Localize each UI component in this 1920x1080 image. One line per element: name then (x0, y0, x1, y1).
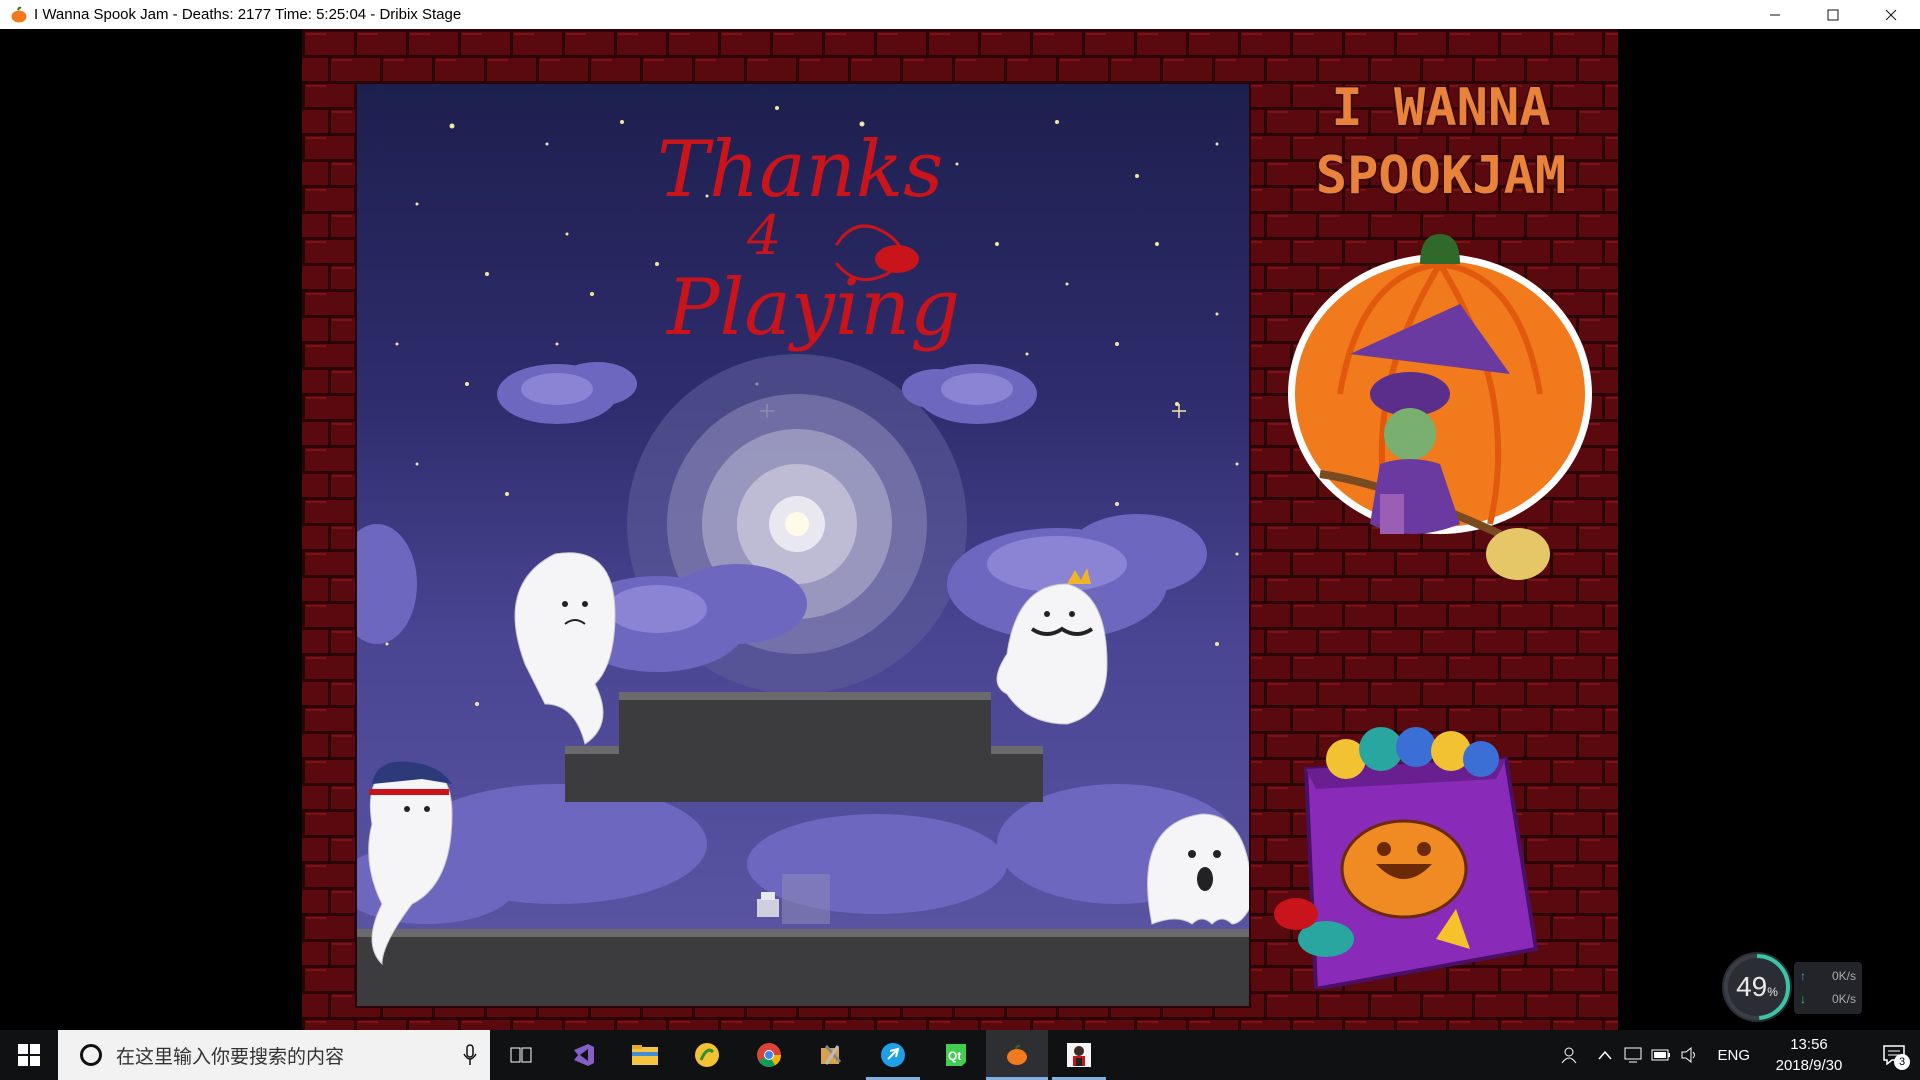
pumpkin-app-icon (1007, 1044, 1027, 1065)
upload-unit: K/s (1838, 969, 1856, 983)
close-button[interactable] (1862, 0, 1920, 29)
tools-icon (821, 1045, 842, 1065)
thanks-line1: Thanks (657, 125, 943, 215)
clock[interactable]: 13:56 2018/9/30 (1764, 1034, 1854, 1076)
taskbar-qt-app[interactable]: Qt (924, 1030, 986, 1080)
platform-floor (357, 929, 1249, 1006)
clock-time: 13:56 (1790, 1036, 1828, 1053)
taskbar-character-app[interactable] (1048, 1030, 1110, 1080)
chevron-up-icon[interactable] (1591, 1050, 1619, 1060)
notification-center-button[interactable]: 3 (1868, 1030, 1920, 1080)
taskbar: 在这里输入你要搜索的内容 Qt ENG 13:56 2018/9/30 3 (0, 1030, 1920, 1080)
minimize-button[interactable] (1746, 0, 1804, 29)
taskbar-spookjam-game[interactable] (986, 1030, 1048, 1080)
system-tray: ENG 13:56 2018/9/30 3 (1555, 1030, 1920, 1080)
spookjam-logo: I WANNA SPOOKJAM (1314, 77, 1567, 208)
upload-arrow-icon: ↑ (1800, 969, 1806, 983)
battery-icon[interactable] (1647, 1049, 1675, 1061)
cpu-gauge: 49% (1722, 952, 1792, 1022)
pumpkin-icon (11, 6, 27, 22)
close-icon (1885, 9, 1897, 20)
platform-center (565, 692, 1043, 802)
download-arrow-icon: ↓ (1800, 992, 1806, 1006)
taskbar-file-explorer[interactable] (614, 1030, 676, 1080)
character-app-icon (1067, 1043, 1091, 1067)
title-bar: I Wanna Spook Jam - Deaths: 2177 Time: 5… (0, 0, 1920, 29)
folder-icon (632, 1045, 658, 1065)
notification-count: 3 (1894, 1054, 1910, 1070)
visual-studio-icon (574, 1044, 594, 1066)
thanks-line3: Playing (665, 263, 960, 353)
people-icon[interactable] (1555, 1046, 1583, 1064)
qt-icon: Qt (946, 1044, 966, 1066)
gauge-ring (1724, 954, 1790, 1020)
yellow-app-icon (695, 1043, 719, 1067)
search-placeholder: 在这里输入你要搜索的内容 (116, 1045, 345, 1068)
download-value: 0 (1831, 992, 1839, 1006)
taskbar-tool-app[interactable] (800, 1030, 862, 1080)
cortana-icon (80, 1044, 102, 1066)
windows-icon (18, 1044, 40, 1066)
blue-app-icon (881, 1043, 905, 1067)
display-icon[interactable] (1619, 1047, 1647, 1063)
save-point (782, 874, 830, 924)
player-kid (757, 892, 779, 917)
search-box[interactable]: 在这里输入你要搜索的内容 (58, 1030, 490, 1080)
maximize-button[interactable] (1804, 0, 1862, 29)
network-monitor[interactable]: 49% ↑ 0K/s ↓ 0K/s (1722, 952, 1872, 1024)
logo-line2: SPOOKJAM (1316, 146, 1566, 206)
input-language[interactable]: ENG (1717, 1047, 1750, 1064)
net-rates: ↑ 0K/s ↓ 0K/s (1794, 962, 1862, 1014)
task-view-button[interactable] (490, 1030, 552, 1080)
candy-bag-art (1274, 727, 1539, 989)
microphone-icon[interactable] (450, 1044, 490, 1066)
logo-line1: I WANNA (1331, 78, 1550, 138)
taskbar-blue-app[interactable] (862, 1030, 924, 1080)
sad-ghost (514, 552, 616, 745)
svg-text:Qt: Qt (948, 1049, 961, 1063)
taskbar-yellow-app[interactable] (676, 1030, 738, 1080)
window-title: I Wanna Spook Jam - Deaths: 2177 Time: 5… (34, 6, 462, 23)
task-view-icon (510, 1047, 532, 1063)
minimize-icon (1770, 14, 1780, 15)
clock-date: 2018/9/30 (1775, 1057, 1843, 1074)
game-viewport[interactable]: Thanks 4 Playing I WANNA SPOOKJAM (0, 29, 1920, 1030)
witch-pumpkin-art (1288, 234, 1592, 580)
start-button[interactable] (0, 1030, 58, 1080)
thanks-line2: 4 (746, 204, 781, 267)
scene: Thanks 4 Playing (357, 106, 1249, 1006)
download-unit: K/s (1838, 992, 1856, 1006)
chrome-icon (757, 1043, 781, 1068)
playfield: Thanks 4 Playing (355, 82, 1251, 1008)
taskbar-visual-studio[interactable] (552, 1030, 614, 1080)
thanks-message: Thanks 4 Playing (657, 125, 960, 353)
taskbar-chrome[interactable] (738, 1030, 800, 1080)
maximize-icon (1827, 9, 1839, 20)
volume-icon[interactable] (1675, 1047, 1703, 1063)
upload-value: 0 (1831, 969, 1839, 983)
